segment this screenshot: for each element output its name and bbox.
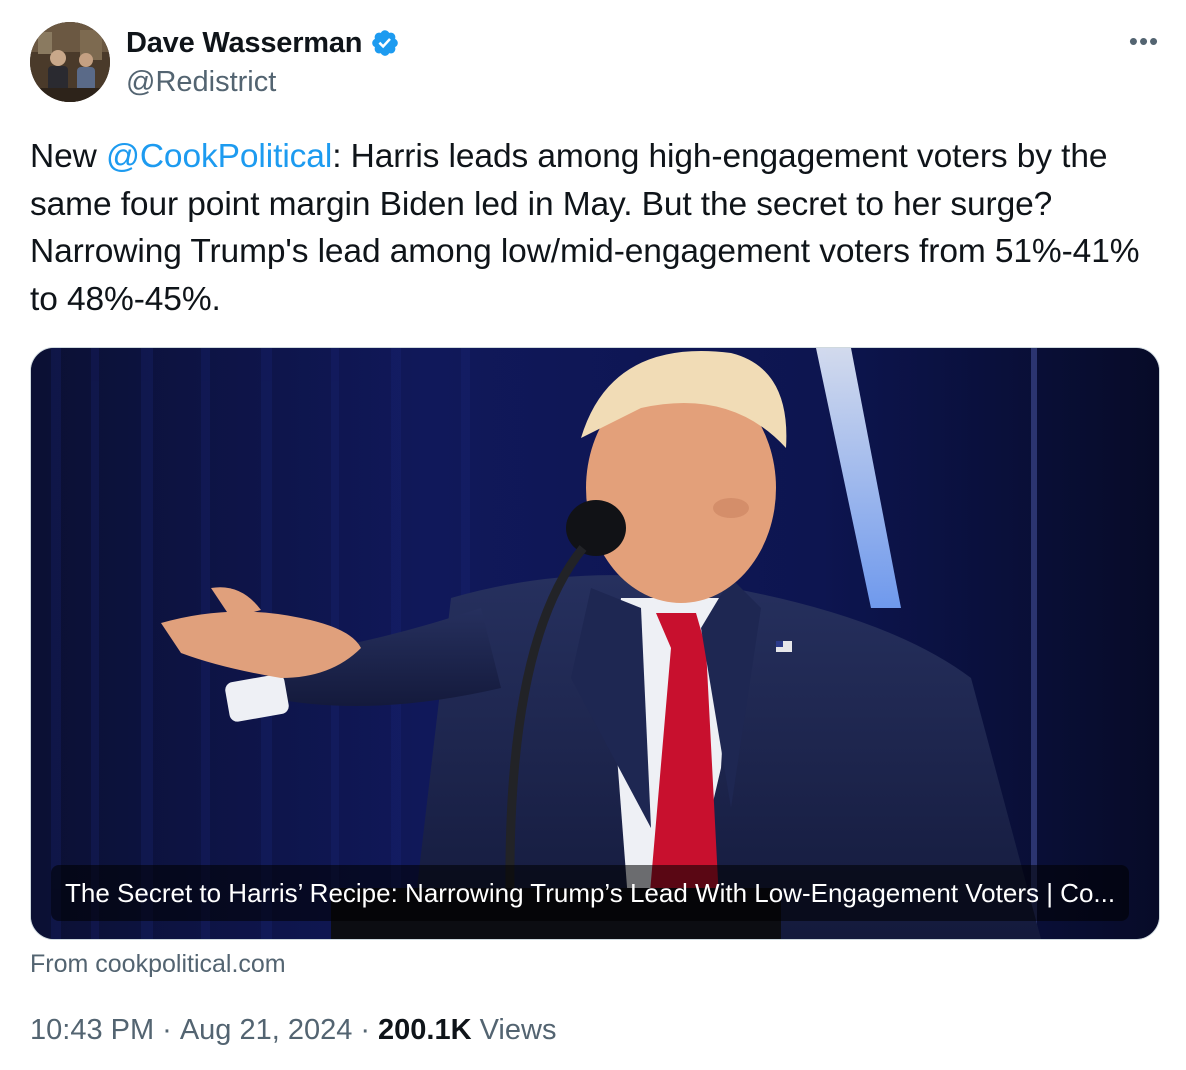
link-card[interactable]: The Secret to Harris’ Recipe: Narrowing …: [30, 347, 1160, 940]
author-name-row[interactable]: Dave Wasserman: [126, 26, 400, 60]
meta-separator: ·: [360, 1014, 371, 1046]
author-avatar[interactable]: [30, 22, 110, 102]
tweet-text: New @CookPolitical: Harris leads among h…: [30, 133, 1170, 323]
card-source-link[interactable]: From cookpolitical.com: [30, 950, 286, 979]
avatar-photo: [30, 22, 110, 102]
tweet-date[interactable]: Aug 21, 2024: [180, 1014, 353, 1046]
views-label: Views: [479, 1014, 557, 1046]
author-name[interactable]: Dave Wasserman: [126, 27, 363, 60]
mention-link[interactable]: @CookPolitical: [106, 138, 332, 175]
tweet-meta: 10:43 PM · Aug 21, 2024 · 200.1K Views: [30, 1014, 556, 1047]
card-image: [31, 348, 1159, 939]
author-handle[interactable]: @Redistrict: [126, 66, 276, 99]
meta-separator: ·: [162, 1014, 172, 1046]
more-options-button[interactable]: •••: [1124, 26, 1164, 56]
more-options-icon: •••: [1128, 26, 1160, 56]
tweet-time[interactable]: 10:43 PM: [30, 1014, 154, 1046]
card-title[interactable]: The Secret to Harris’ Recipe: Narrowing …: [51, 865, 1130, 921]
views-count: 200.1K: [378, 1014, 472, 1046]
tweet-text-prefix: New: [30, 138, 106, 175]
verified-badge-icon: [372, 30, 399, 56]
